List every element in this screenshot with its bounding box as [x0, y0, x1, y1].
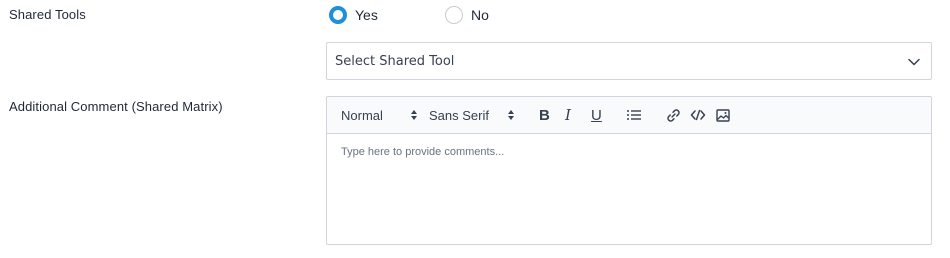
bullet-list-button[interactable] — [626, 97, 642, 133]
header-format-picker[interactable]: Normal — [341, 97, 383, 133]
font-family-value: Sans Serif — [429, 107, 489, 123]
radio-yes-label: Yes — [355, 7, 378, 23]
comment-editor-input[interactable]: Type here to provide comments... — [327, 134, 931, 170]
radio-option-yes[interactable]: Yes — [329, 6, 445, 24]
image-icon — [716, 108, 730, 122]
link-icon — [667, 108, 680, 122]
additional-comment-label: Additional Comment (Shared Matrix) — [9, 99, 223, 114]
bold-button[interactable]: B — [539, 97, 550, 133]
underline-button[interactable]: U — [591, 97, 602, 133]
shared-tools-label: Shared Tools — [9, 7, 86, 22]
radio-no-label: No — [471, 7, 489, 23]
font-family-picker[interactable]: Sans Serif — [429, 97, 489, 133]
italic-button[interactable]: I — [565, 97, 571, 133]
radio-yes-checked-icon[interactable] — [329, 6, 347, 24]
shared-tools-radio-group: Yes No — [329, 4, 489, 26]
code-button[interactable] — [690, 97, 706, 133]
image-button[interactable] — [716, 97, 730, 133]
chevron-down-icon — [908, 58, 920, 66]
header-format-arrows-icon — [411, 110, 417, 120]
list-icon — [627, 110, 641, 120]
shared-tool-select-value: Select Shared Tool — [335, 53, 455, 69]
comment-rich-text-editor: Normal Sans Serif B I U Type here to pro… — [326, 96, 932, 245]
radio-no-unchecked-icon[interactable] — [445, 6, 463, 24]
radio-option-no[interactable]: No — [445, 6, 489, 24]
shared-tool-select[interactable]: Select Shared Tool — [326, 42, 932, 80]
font-family-arrows-icon — [508, 110, 514, 120]
editor-toolbar: Normal Sans Serif B I U — [327, 97, 931, 134]
header-format-value: Normal — [341, 107, 383, 123]
code-icon — [690, 109, 706, 121]
comment-placeholder: Type here to provide comments... — [341, 146, 505, 158]
link-button[interactable] — [666, 97, 681, 133]
